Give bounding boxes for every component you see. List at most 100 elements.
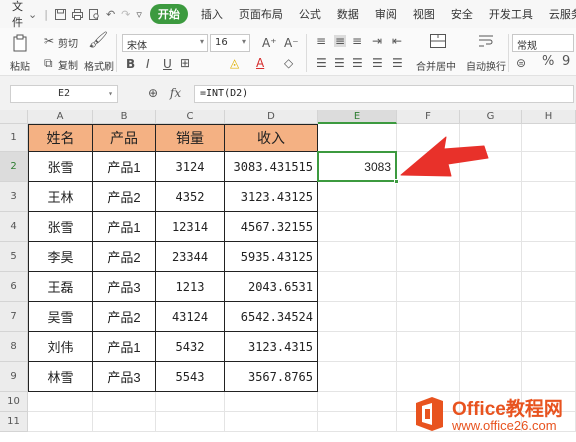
table-header-cell[interactable]: 产品 <box>93 124 156 152</box>
align-top-icon[interactable]: ≡ <box>316 35 326 47</box>
cell-empty[interactable] <box>318 332 397 362</box>
wrap-text-icon[interactable] <box>478 34 494 50</box>
table-cell[interactable]: 产品3 <box>93 272 156 302</box>
table-cell[interactable]: 2043.6531 <box>225 272 318 302</box>
cell-empty[interactable] <box>460 124 522 152</box>
table-cell[interactable]: 产品1 <box>93 152 156 182</box>
row-header-2[interactable]: 2 <box>0 152 28 182</box>
cell-empty[interactable] <box>397 152 460 182</box>
scissors-icon[interactable]: ✂ <box>44 35 54 47</box>
tab-view[interactable]: 视图 <box>405 6 443 22</box>
cell-empty[interactable] <box>318 412 397 432</box>
table-cell[interactable]: 王林 <box>28 182 93 212</box>
increase-font-icon[interactable]: A⁺ <box>262 37 277 49</box>
active-cell[interactable]: 3083 <box>317 151 397 182</box>
outdent-icon[interactable]: ⇤ <box>392 35 402 47</box>
cell-empty[interactable] <box>397 302 460 332</box>
font-name-select[interactable]: 宋体 ▾ <box>122 34 208 52</box>
cell-empty[interactable] <box>522 152 576 182</box>
cell-empty[interactable] <box>318 302 397 332</box>
tab-insert[interactable]: 插入 <box>193 6 231 22</box>
cell-empty[interactable] <box>522 302 576 332</box>
tab-review[interactable]: 审阅 <box>367 6 405 22</box>
cell-empty[interactable] <box>522 362 576 392</box>
row-header-6[interactable]: 6 <box>0 272 28 302</box>
cell-empty[interactable] <box>460 182 522 212</box>
font-color-icon[interactable]: A <box>256 57 264 69</box>
table-cell[interactable]: 产品2 <box>93 182 156 212</box>
tab-developer[interactable]: 开发工具 <box>481 6 541 22</box>
table-cell[interactable]: 4352 <box>156 182 225 212</box>
column-header-g[interactable]: G <box>460 110 522 124</box>
align-middle-icon[interactable]: ≡ <box>334 35 347 47</box>
table-cell[interactable]: 3567.8765 <box>225 362 318 392</box>
cell-empty[interactable] <box>460 242 522 272</box>
cell-empty[interactable] <box>397 124 460 152</box>
number-format-select[interactable]: 常规 <box>512 34 574 52</box>
underline-button[interactable]: U <box>163 58 172 70</box>
format-painter-button[interactable]: 格式刷 <box>84 58 114 73</box>
table-cell[interactable]: 产品2 <box>93 302 156 332</box>
table-cell[interactable]: 产品1 <box>93 332 156 362</box>
column-header-a[interactable]: A <box>28 110 93 124</box>
cell-empty[interactable] <box>522 332 576 362</box>
table-cell[interactable]: 产品2 <box>93 242 156 272</box>
cell-empty[interactable] <box>460 332 522 362</box>
column-header-d[interactable]: D <box>225 110 318 124</box>
indent-icon[interactable]: ⇥ <box>372 35 382 47</box>
cell-empty[interactable] <box>460 362 522 392</box>
align-center-icon[interactable]: ☰ <box>334 57 345 69</box>
table-cell[interactable]: 产品3 <box>93 362 156 392</box>
italic-button[interactable]: I <box>146 58 150 70</box>
cell-empty[interactable] <box>28 412 93 432</box>
table-cell[interactable]: 林雪 <box>28 362 93 392</box>
cell-empty[interactable] <box>318 362 397 392</box>
cell-empty[interactable] <box>460 212 522 242</box>
formula-input[interactable]: =INT(D2) <box>194 85 574 103</box>
copy-icon[interactable]: ⧉ <box>44 57 53 69</box>
table-cell[interactable]: 5432 <box>156 332 225 362</box>
tab-security[interactable]: 安全 <box>443 6 481 22</box>
merge-icon[interactable] <box>430 34 446 50</box>
save-icon[interactable] <box>54 8 66 20</box>
cell-empty[interactable] <box>318 124 397 152</box>
table-cell[interactable]: 产品1 <box>93 212 156 242</box>
cell-empty[interactable] <box>93 392 156 412</box>
name-box[interactable]: E2 ▾ <box>10 85 118 103</box>
zoom-icon[interactable]: ⊕ <box>148 86 158 100</box>
copy-button[interactable]: 复制 <box>58 57 78 72</box>
cell-empty[interactable] <box>318 242 397 272</box>
row-header-9[interactable]: 9 <box>0 362 28 392</box>
paste-button[interactable]: 粘贴 <box>10 58 30 73</box>
cell-empty[interactable] <box>522 242 576 272</box>
print-icon[interactable] <box>71 8 83 20</box>
cell-empty[interactable] <box>225 412 318 432</box>
table-cell[interactable]: 1213 <box>156 272 225 302</box>
cell-empty[interactable] <box>318 182 397 212</box>
table-cell[interactable]: 李昊 <box>28 242 93 272</box>
print-preview-icon[interactable] <box>88 8 100 20</box>
align-bottom-icon[interactable]: ≡ <box>352 35 362 47</box>
table-cell[interactable]: 3083.431515 <box>225 152 318 182</box>
file-menu[interactable]: 文件 <box>12 0 23 30</box>
merge-center-button[interactable]: 合并居中 <box>416 58 456 73</box>
cell-empty[interactable] <box>397 332 460 362</box>
row-header-8[interactable]: 8 <box>0 332 28 362</box>
cell-empty[interactable] <box>318 272 397 302</box>
column-header-e[interactable]: E <box>318 110 397 124</box>
table-cell[interactable]: 张雪 <box>28 212 93 242</box>
thousands-button[interactable]: 9 <box>562 55 570 68</box>
currency-icon[interactable]: ⊜ <box>516 57 526 69</box>
bold-button[interactable]: B <box>126 58 135 70</box>
align-right-icon[interactable]: ☰ <box>352 57 363 69</box>
cell-empty[interactable] <box>522 212 576 242</box>
undo-icon[interactable]: ↶ <box>106 8 115 21</box>
border-icon[interactable]: ⊞ <box>180 57 190 69</box>
fill-color-icon[interactable]: ◬ <box>230 57 239 69</box>
cell-empty[interactable] <box>397 242 460 272</box>
paste-icon[interactable] <box>12 34 30 53</box>
cell-empty[interactable] <box>28 392 93 412</box>
cell-empty[interactable] <box>522 182 576 212</box>
table-header-cell[interactable]: 收入 <box>225 124 318 152</box>
table-cell[interactable]: 张雪 <box>28 152 93 182</box>
